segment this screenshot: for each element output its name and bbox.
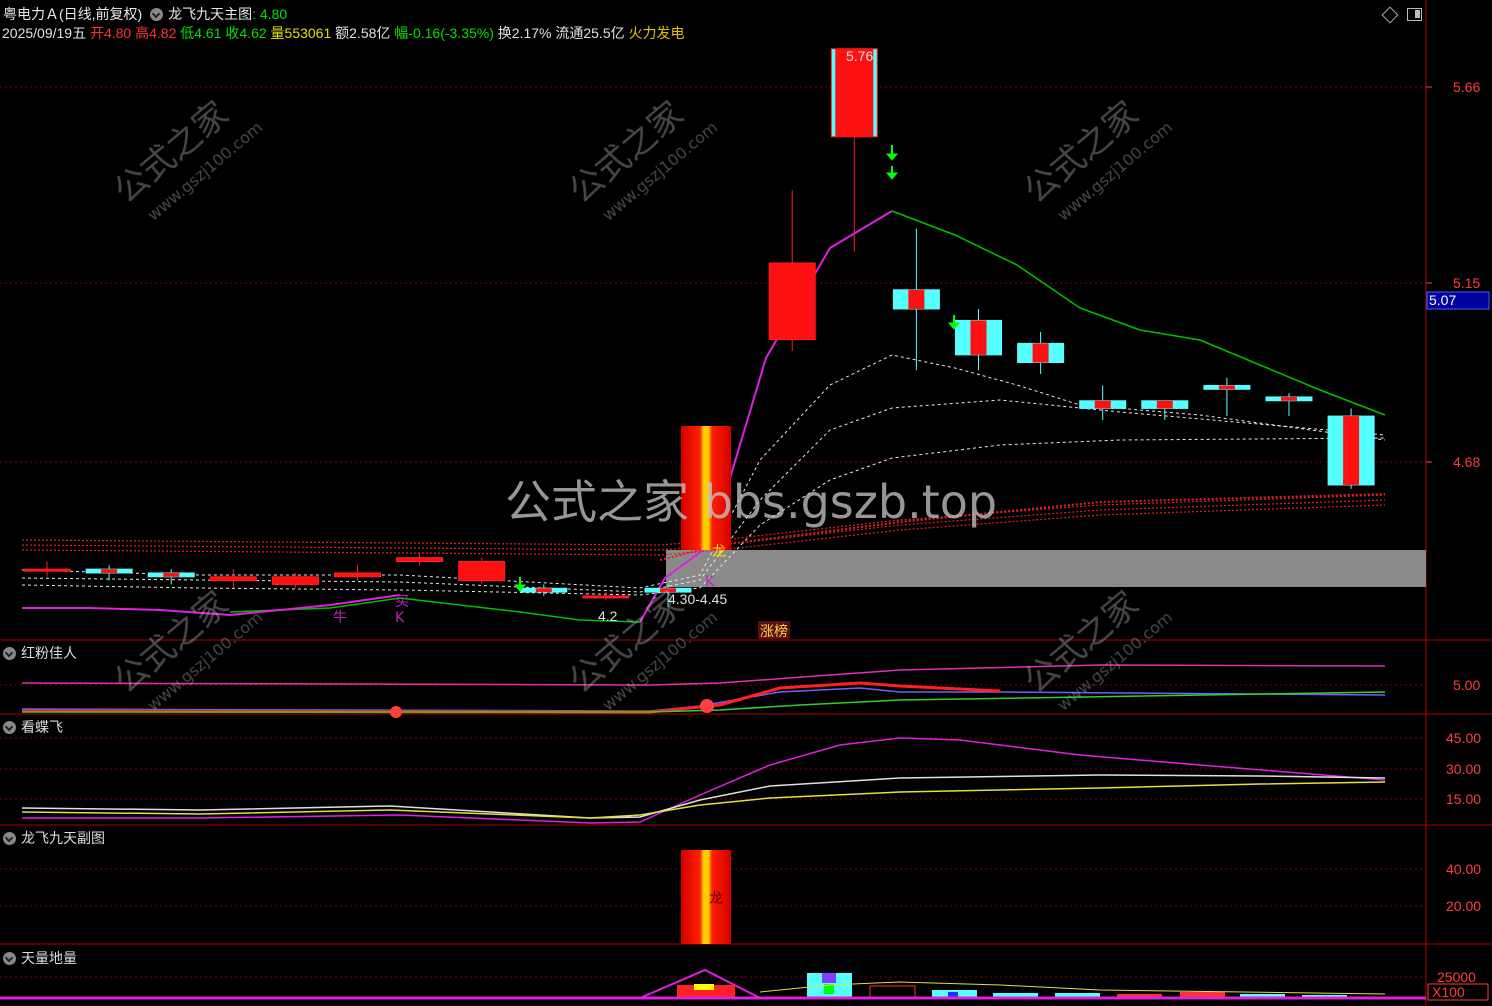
panel1-tick: 5.00 bbox=[1453, 677, 1480, 693]
candle-core bbox=[101, 569, 118, 573]
candle-body bbox=[209, 576, 257, 582]
candle-core bbox=[1032, 343, 1049, 363]
panel4-tick: 25000 bbox=[1437, 969, 1476, 985]
candle-core bbox=[970, 320, 987, 355]
candle-core bbox=[908, 289, 925, 309]
candle-body bbox=[271, 576, 319, 585]
candle[interactable] bbox=[582, 592, 630, 600]
chevron-down-icon[interactable] bbox=[3, 832, 16, 845]
high-price-mark: 5.76 bbox=[846, 48, 873, 64]
price-tick: 4.68 bbox=[1453, 454, 1480, 470]
candle[interactable] bbox=[520, 584, 568, 596]
candle[interactable] bbox=[955, 308, 1002, 371]
candle[interactable] bbox=[830, 48, 878, 252]
panel2-tick: 15.00 bbox=[1446, 791, 1481, 807]
chevron-down-icon[interactable] bbox=[3, 647, 16, 660]
candle[interactable] bbox=[458, 557, 506, 585]
candle[interactable] bbox=[1017, 331, 1065, 374]
candle[interactable] bbox=[1203, 377, 1251, 417]
candle[interactable] bbox=[147, 569, 195, 585]
candle-body bbox=[458, 560, 506, 582]
center-watermark: 公式之家 bbs.gszb.top bbox=[505, 475, 997, 529]
price-tick: 5.15 bbox=[1453, 275, 1480, 291]
candle[interactable] bbox=[1079, 385, 1127, 420]
panel-title-longfei[interactable]: 龙飞九天副图 bbox=[3, 828, 105, 848]
candle-body bbox=[768, 262, 816, 341]
panel-diefei-lines bbox=[21, 737, 1386, 824]
candle-core bbox=[1281, 396, 1297, 401]
panel4-unit: X100 bbox=[1432, 984, 1465, 1000]
panel3-tick: 20.00 bbox=[1446, 898, 1481, 914]
candle[interactable] bbox=[85, 565, 133, 581]
signal-label: 牛 bbox=[333, 610, 347, 626]
candle[interactable] bbox=[334, 565, 381, 581]
price-tick: 5.66 bbox=[1453, 79, 1480, 95]
candle[interactable] bbox=[892, 228, 940, 371]
stock-chart-app: 粤电力Ａ(日线,前复权) 龙飞九天主图: 4.80 2025/09/19五 开4… bbox=[0, 0, 1492, 1006]
candle-body bbox=[396, 557, 444, 562]
panel3-tick: 40.00 bbox=[1446, 861, 1481, 877]
panel2-tick: 30.00 bbox=[1446, 761, 1481, 777]
down-arrow-icon bbox=[885, 166, 899, 180]
candle[interactable] bbox=[768, 190, 816, 352]
chart-canvas[interactable]: 5.66 5.15 4.68 5.07 5.00 45.00 30.00 15.… bbox=[0, 0, 1492, 1006]
k-signal-label: K bbox=[395, 610, 405, 626]
support-band bbox=[666, 550, 1426, 587]
limit-up-text: 涨榜 bbox=[760, 623, 788, 640]
k-signal-label: K bbox=[705, 574, 715, 590]
candle-body bbox=[334, 572, 381, 578]
signal-label: 买 bbox=[395, 594, 409, 610]
candle[interactable] bbox=[209, 569, 257, 589]
chevron-down-icon[interactable] bbox=[3, 721, 16, 734]
candle-core bbox=[163, 572, 180, 577]
candle-core bbox=[1156, 400, 1173, 409]
candle-body bbox=[582, 595, 630, 599]
panel2-tick: 45.00 bbox=[1446, 730, 1481, 746]
panel-hongfen-lines bbox=[21, 664, 1386, 718]
candle-core bbox=[1218, 385, 1235, 390]
candle[interactable] bbox=[1265, 393, 1313, 417]
candle-core bbox=[535, 588, 552, 593]
candle[interactable] bbox=[23, 561, 71, 577]
subchart-dragon-bar bbox=[681, 850, 731, 944]
panel-title-hongfen[interactable]: 红粉佳人 bbox=[3, 643, 77, 663]
candle[interactable] bbox=[1327, 408, 1375, 489]
low-price-mark: 4.2 bbox=[598, 608, 618, 624]
dragon-label: 龙 bbox=[712, 544, 726, 560]
candle[interactable] bbox=[396, 553, 444, 566]
down-arrow-icon bbox=[885, 145, 899, 161]
candle-body bbox=[23, 568, 71, 572]
panel-volume bbox=[0, 968, 1426, 1000]
subchart-dragon-label: 龙 bbox=[709, 891, 723, 907]
panel-title-diefei[interactable]: 看蝶飞 bbox=[3, 717, 63, 737]
candle-core bbox=[1094, 400, 1111, 409]
current-price-label: 5.07 bbox=[1429, 292, 1456, 308]
candle-core bbox=[1343, 416, 1360, 485]
panel-title-tianliang[interactable]: 天量地量 bbox=[3, 948, 77, 968]
chevron-down-icon[interactable] bbox=[3, 952, 16, 965]
